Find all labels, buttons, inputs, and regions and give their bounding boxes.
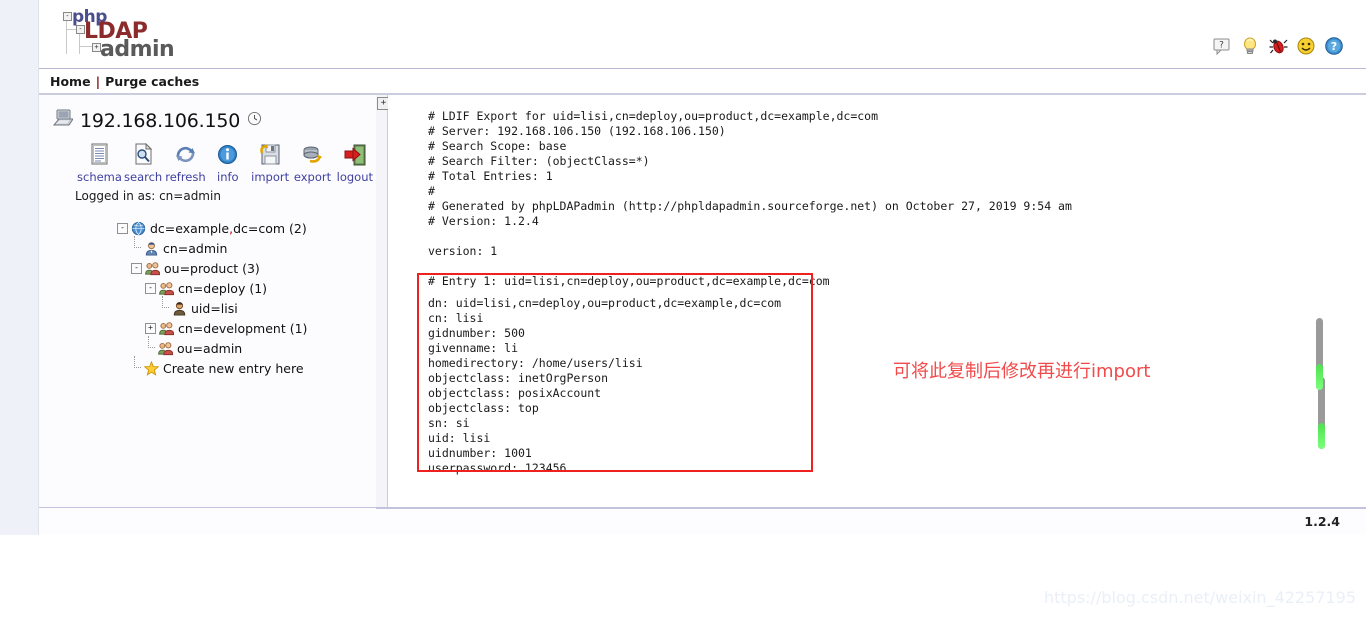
refresh-icon [164, 142, 206, 167]
logo-tree-line [66, 29, 76, 30]
import-icon [249, 142, 291, 167]
globe-icon [131, 221, 146, 236]
tree-node-label: cn=development (1) [178, 320, 308, 336]
ldif-entry-text: dn: uid=lisi,cn=deploy,ou=product,dc=exa… [428, 296, 782, 475]
nav-separator: | [95, 73, 101, 89]
toolbar-search-button[interactable]: search [122, 142, 164, 184]
tree-toggle-icon[interactable]: - [117, 222, 128, 234]
tree-node-cn-development[interactable]: + cn=development (1) [145, 318, 376, 338]
page-container: - - + php LDAP admin ? ? Home | Purge ca… [39, 0, 1366, 619]
tree-node-ou-product[interactable]: - ou=product (3) [131, 258, 376, 278]
version-label: 1.2.4 [1304, 514, 1340, 529]
app-footer: 1.2.4 [39, 508, 1366, 538]
svg-text:?: ? [1219, 41, 1224, 51]
logo-toggle-icon: - [63, 12, 72, 21]
toolbar-import-button[interactable]: import [249, 142, 291, 184]
tree-elbow [131, 356, 144, 378]
logged-in-label: Logged in as: cn=admin [75, 189, 221, 203]
comment-help-icon[interactable]: ? [1212, 36, 1232, 56]
tree-toggle-icon[interactable]: - [145, 282, 156, 294]
page-left-margin [0, 0, 39, 619]
logout-icon [334, 142, 376, 167]
group-icon [159, 281, 174, 296]
header-icon-bar: ? ? [1212, 36, 1344, 56]
nav-purge-caches-link[interactable]: Purge caches [105, 74, 199, 89]
tree-node-cn-deploy[interactable]: - cn=deploy (1) [145, 278, 376, 298]
ldap-tree: - dc=example,dc=com (2) cn=admin - ou=pr… [117, 218, 376, 378]
server-ip-label: 192.168.106.150 [80, 109, 241, 132]
computer-icon [52, 109, 74, 132]
annotation-text: 可将此复制后修改再进行import [893, 361, 1151, 382]
toolbar-label: export [293, 170, 332, 184]
toolbar-label: import [251, 170, 290, 184]
ldif-output-panel: # LDIF Export for uid=lisi,cn=deploy,ou=… [388, 95, 1366, 507]
watermark: https://blog.csdn.net/weixin_42257195 [1043, 588, 1356, 607]
tree-node-label: uid=lisi [191, 300, 238, 316]
info-icon [207, 142, 249, 167]
clock-icon [247, 111, 262, 131]
export-icon [291, 142, 333, 167]
tree-node-label: ou=product (3) [164, 260, 260, 276]
toolbar-label: search [124, 170, 163, 184]
scrollbar-outer[interactable] [1316, 318, 1323, 390]
person-icon [172, 301, 187, 316]
tree-elbow [145, 336, 158, 358]
left-tree-panel: 192.168.106.150 schema search refresh in… [39, 95, 377, 507]
toolbar-refresh-button[interactable]: refresh [164, 142, 206, 184]
toolbar-schema-button[interactable]: schema [77, 142, 122, 184]
phpldapadmin-logo: - - + php LDAP admin [52, 7, 202, 62]
tree-elbow [159, 296, 172, 318]
ldif-header-text: # LDIF Export for uid=lisi,cn=deploy,ou=… [428, 109, 1072, 288]
tree-node-uid-lisi[interactable]: uid=lisi [159, 296, 376, 318]
smiley-icon[interactable] [1296, 36, 1316, 56]
help-icon[interactable]: ? [1324, 36, 1344, 56]
star-icon [144, 360, 159, 376]
tree-toggle-icon[interactable]: - [131, 262, 142, 274]
toolbar-label: logout [336, 170, 374, 184]
logo-tree-line [79, 32, 80, 54]
server-header: 192.168.106.150 [39, 95, 376, 132]
tree-node-label: dc=example,dc=com (2) [150, 220, 307, 236]
schema-icon [77, 142, 122, 167]
tree-node-label: ou=admin [177, 340, 243, 356]
footer-divider [376, 508, 1366, 509]
logo-text-admin: admin [100, 37, 175, 62]
scrollbar-thumb[interactable] [1316, 364, 1323, 390]
main-area: 192.168.106.150 schema search refresh in… [39, 95, 1366, 508]
panel-divider [376, 95, 388, 507]
toolbar-export-button[interactable]: export [291, 142, 333, 184]
toolbar-logout-button[interactable]: logout [334, 142, 376, 184]
group-icon [145, 261, 160, 276]
scrollbar-thumb[interactable] [1318, 423, 1325, 449]
toolbar-label: info [217, 170, 239, 184]
tree-node-ou-admin[interactable]: ou=admin [145, 336, 376, 358]
toolbar-label: refresh [165, 170, 206, 184]
tree-node-cn-admin[interactable]: cn=admin [131, 236, 376, 258]
bug-icon[interactable] [1268, 36, 1288, 56]
logo-tree-line [66, 19, 67, 54]
app-header: - - + php LDAP admin ? ? [39, 0, 1366, 68]
tree-toggle-icon[interactable]: + [145, 322, 156, 334]
nav-home-link[interactable]: Home [50, 74, 91, 89]
toolbar-info-button[interactable]: info [207, 142, 249, 184]
search-icon [122, 142, 164, 167]
user-icon [144, 241, 159, 256]
tree-node-dc-example[interactable]: - dc=example,dc=com (2) [117, 218, 376, 238]
group-icon [159, 321, 174, 336]
svg-text:?: ? [1331, 40, 1337, 53]
breadcrumb: Home | Purge caches [39, 68, 1366, 95]
toolbar-label: schema [77, 170, 122, 184]
lightbulb-icon[interactable] [1240, 36, 1260, 56]
tree-node-label: Create new entry here [163, 360, 304, 376]
tree-elbow [131, 236, 144, 258]
logo-tree-line [79, 46, 92, 47]
server-toolbar: schema search refresh info import export… [77, 142, 376, 184]
tree-node-label: cn=deploy (1) [178, 280, 268, 296]
tree-node-label: cn=admin [163, 240, 228, 256]
group-icon [158, 341, 173, 356]
tree-create-new-entry[interactable]: Create new entry here [131, 356, 376, 378]
